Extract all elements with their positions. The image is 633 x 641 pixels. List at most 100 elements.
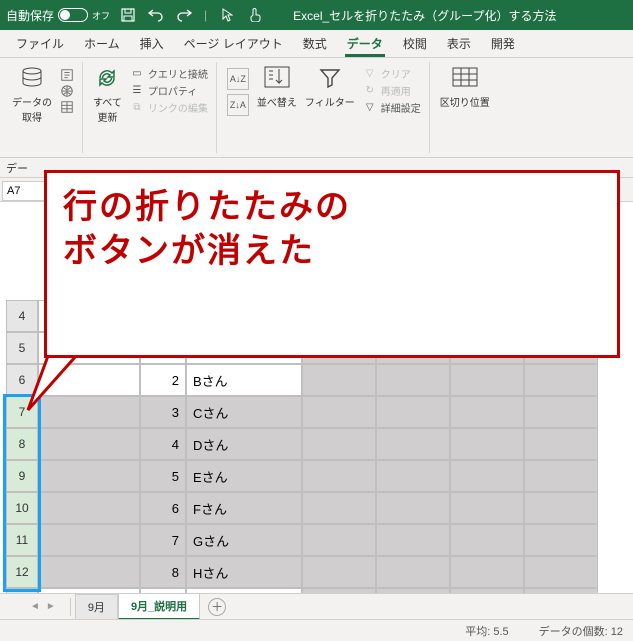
cell[interactable]: 6 [140, 492, 186, 524]
cell[interactable] [38, 428, 140, 460]
row-header[interactable]: 8 [6, 428, 38, 460]
cell[interactable] [524, 396, 598, 428]
properties-button[interactable]: ☰プロパティ [130, 83, 208, 98]
row-header[interactable]: 10 [6, 492, 38, 524]
document-title: Excel_セルを折りたたみ（グループ化）する方法 [293, 7, 556, 24]
cell[interactable] [376, 492, 450, 524]
cursor-icon[interactable] [219, 7, 235, 23]
redo-icon[interactable] [176, 7, 192, 23]
tab-data[interactable]: データ [337, 30, 393, 57]
cell[interactable] [524, 364, 598, 396]
cell[interactable]: Hさん [186, 556, 302, 588]
row-header[interactable]: 11 [6, 524, 38, 556]
cell[interactable]: Fさん [186, 492, 302, 524]
callout-line1: 行の折りたたみの [63, 185, 601, 229]
callout-line2: ボタンが消えた [63, 229, 601, 273]
tab-formula[interactable]: 数式 [293, 30, 337, 57]
sort-asc-icon[interactable]: A↓Z [227, 68, 249, 90]
row-header[interactable]: 9 [6, 460, 38, 492]
queries-connections-button[interactable]: ▭クエリと接続 [130, 66, 208, 81]
cell[interactable]: 2 [140, 364, 186, 396]
autosave-toggle[interactable] [58, 8, 88, 22]
row-header[interactable]: 12 [6, 556, 38, 588]
cell[interactable] [302, 396, 376, 428]
group-queries: すべて 更新 ▭クエリと接続 ☰プロパティ ⧉リンクの編集 [85, 62, 217, 153]
cell[interactable] [38, 556, 140, 588]
undo-icon[interactable] [148, 7, 164, 23]
text-to-cols-icon [451, 64, 479, 92]
cell[interactable] [376, 524, 450, 556]
cell[interactable] [524, 460, 598, 492]
cell[interactable]: 7 [140, 524, 186, 556]
name-box-value: A7 [7, 185, 20, 197]
tab-dev[interactable]: 開発 [481, 30, 525, 57]
cell[interactable] [376, 428, 450, 460]
cell[interactable] [376, 556, 450, 588]
cell[interactable] [38, 492, 140, 524]
from-web-icon[interactable] [60, 84, 74, 98]
row-header[interactable]: 4 [6, 300, 38, 332]
cell[interactable] [302, 556, 376, 588]
save-icon[interactable] [120, 7, 136, 23]
sheet-tab-active[interactable]: 9月_説明用 [118, 593, 200, 620]
title-bar: 自動保存 オフ | Excel_セルを折りたたみ（グループ化）する方法 [0, 0, 633, 30]
tab-file[interactable]: ファイル [6, 30, 74, 57]
cell[interactable] [450, 556, 524, 588]
sort-desc-icon[interactable]: Z↓A [227, 94, 249, 116]
nav-prev-icon[interactable]: ◄ [30, 601, 40, 612]
add-sheet-button[interactable]: ＋ [208, 598, 226, 616]
sort-button[interactable]: 並べ替え [257, 64, 297, 109]
cell[interactable]: Cさん [186, 396, 302, 428]
cell[interactable] [302, 460, 376, 492]
cell[interactable] [38, 524, 140, 556]
cell[interactable] [376, 364, 450, 396]
from-table-icon[interactable] [60, 100, 74, 114]
cell[interactable]: Eさん [186, 460, 302, 492]
touch-icon[interactable] [247, 7, 263, 23]
refresh-all-button[interactable]: すべて 更新 [93, 64, 122, 124]
cell[interactable] [376, 396, 450, 428]
cell[interactable] [376, 460, 450, 492]
cell[interactable]: Gさん [186, 524, 302, 556]
advanced-filter-button[interactable]: ▽詳細設定 [363, 100, 421, 115]
cell[interactable] [450, 460, 524, 492]
cell[interactable]: Dさん [186, 428, 302, 460]
tab-layout[interactable]: ページ レイアウト [174, 30, 293, 57]
cell[interactable] [450, 364, 524, 396]
cell[interactable] [302, 428, 376, 460]
tab-review[interactable]: 校閲 [393, 30, 437, 57]
cell[interactable] [524, 492, 598, 524]
text-to-columns-button[interactable]: 区切り位置 [440, 64, 490, 109]
nav-next-icon[interactable]: ► [46, 601, 56, 612]
cell[interactable]: Bさん [186, 364, 302, 396]
tab-home[interactable]: ホーム [74, 30, 130, 57]
filter-button[interactable]: フィルター [305, 64, 355, 109]
group-data-tools: 区切り位置 [432, 62, 498, 153]
cell[interactable] [524, 428, 598, 460]
autosave-toggle-group[interactable]: 自動保存 オフ [6, 7, 110, 24]
reapply-button[interactable]: ↻再適用 [363, 83, 421, 98]
cell[interactable] [450, 524, 524, 556]
cell[interactable]: 4 [140, 428, 186, 460]
sheet-tab[interactable]: 9月 [75, 594, 118, 620]
cell[interactable] [450, 428, 524, 460]
cell[interactable] [38, 460, 140, 492]
tab-insert[interactable]: 挿入 [130, 30, 174, 57]
sheet-nav[interactable]: ◄► [30, 601, 56, 612]
cell[interactable] [524, 524, 598, 556]
cell[interactable] [524, 556, 598, 588]
cell[interactable]: 3 [140, 396, 186, 428]
cell[interactable]: 8 [140, 556, 186, 588]
get-data-button[interactable]: データの 取得 [12, 64, 52, 124]
cell[interactable] [302, 364, 376, 396]
status-average: 平均: 5.5 [465, 623, 508, 639]
cell[interactable]: 5 [140, 460, 186, 492]
cell[interactable] [302, 492, 376, 524]
cell[interactable] [302, 524, 376, 556]
edit-links-button[interactable]: ⧉リンクの編集 [130, 100, 208, 115]
from-text-icon[interactable] [60, 68, 74, 82]
clear-filter-button[interactable]: ▽クリア [363, 66, 421, 81]
cell[interactable] [450, 492, 524, 524]
tab-view[interactable]: 表示 [437, 30, 481, 57]
cell[interactable] [450, 396, 524, 428]
